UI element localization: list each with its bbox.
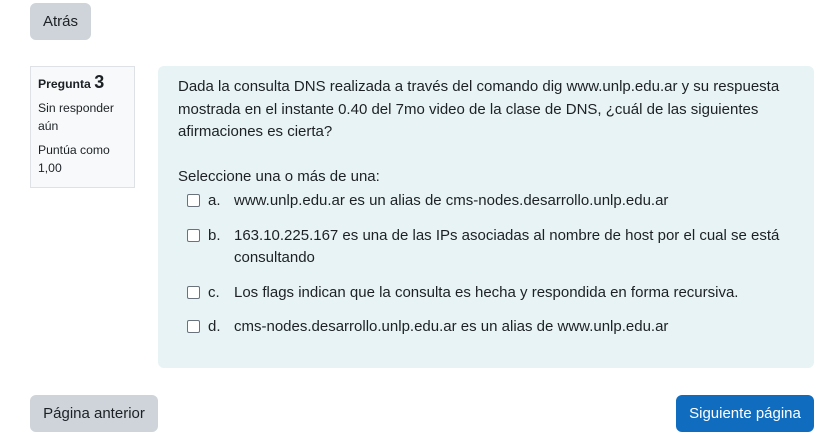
- answer-option-c[interactable]: c. Los flags indican que la consulta es …: [178, 282, 794, 305]
- question-number: 3: [94, 72, 105, 92]
- answer-text[interactable]: cms-nodes.desarrollo.unlp.edu.ar es un a…: [234, 318, 668, 335]
- answer-checkbox-c[interactable]: [187, 285, 200, 299]
- answer-text[interactable]: 163.10.225.167 es una de las IPs asociad…: [234, 227, 779, 267]
- question-info-panel: Pregunta 3 Sin responder aún Puntúa como…: [30, 66, 135, 188]
- next-page-button[interactable]: Siguiente página: [676, 395, 814, 432]
- answer-letter: b.: [208, 226, 221, 244]
- question-status: Sin responder aún: [38, 101, 114, 133]
- question-heading: Pregunta 3: [38, 73, 127, 93]
- question-grade: Puntúa como 1,00: [38, 143, 110, 175]
- answer-prompt: Seleccione una o más de una:: [178, 167, 380, 185]
- answer-letter: a.: [208, 192, 221, 209]
- answer-checkbox-d[interactable]: [187, 320, 200, 333]
- question-content: Dada la consulta DNS realizada a través …: [158, 66, 814, 368]
- previous-page-button[interactable]: Página anterior: [30, 395, 158, 432]
- answer-letter: d.: [208, 318, 221, 335]
- answer-checkbox-b[interactable]: [187, 228, 200, 242]
- question-text: Dada la consulta DNS realizada a través …: [178, 78, 780, 140]
- answer-checkbox-a[interactable]: [187, 194, 200, 207]
- answer-letter: c.: [208, 283, 220, 301]
- question-label: Pregunta: [38, 77, 91, 91]
- answer-text[interactable]: Los flags indican que la consulta es hec…: [234, 284, 738, 301]
- answer-option-a[interactable]: a. www.unlp.edu.ar es un alias de cms-no…: [178, 190, 794, 213]
- answer-option-d[interactable]: d. cms-nodes.desarrollo.unlp.edu.ar es u…: [178, 316, 794, 339]
- answer-text[interactable]: www.unlp.edu.ar es un alias de cms-nodes…: [234, 192, 668, 209]
- back-button[interactable]: Atrás: [30, 3, 91, 40]
- answer-option-b[interactable]: b. 163.10.225.167 es una de las IPs asoc…: [178, 225, 794, 270]
